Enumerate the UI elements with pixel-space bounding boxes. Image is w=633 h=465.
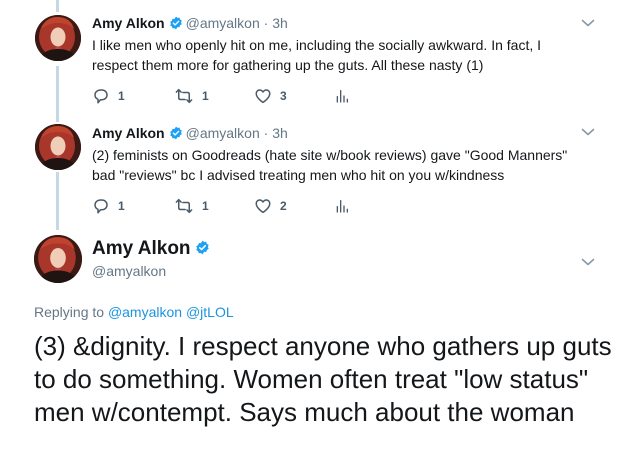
author-name[interactable]: Amy Alkon (92, 238, 191, 259)
author-handle[interactable]: @amyalkon (186, 15, 260, 31)
tweet-actions: 1 1 2 (92, 196, 392, 216)
author-handle[interactable]: @amyalkon (92, 262, 166, 280)
thread-line-2 (56, 172, 59, 230)
chevron-down-icon[interactable] (581, 18, 595, 28)
analytics-button[interactable] (334, 196, 358, 216)
profile-photo-icon (35, 124, 81, 170)
analytics-icon (334, 197, 350, 215)
retweet-count: 1 (202, 89, 209, 103)
thread-line-top (56, 0, 59, 12)
thread-line-1 (56, 66, 59, 122)
author-name-row: Amy Alkon (92, 237, 213, 261)
like-button[interactable]: 3 (254, 86, 287, 106)
author-name[interactable]: Amy Alkon (92, 15, 165, 31)
reply-mention-link[interactable]: @amyalkon (108, 304, 182, 320)
timestamp[interactable]: 3h (272, 15, 288, 31)
retweet-button[interactable]: 1 (174, 86, 209, 106)
timestamp[interactable]: 3h (272, 125, 288, 141)
tweet-text: (2) feminists on Goodreads (hate site w/… (92, 145, 567, 185)
analytics-button[interactable] (334, 86, 358, 106)
tweet-text: I like men who openly hit on me, includi… (92, 35, 541, 75)
verified-badge-icon (169, 126, 183, 140)
reply-icon (92, 87, 110, 105)
retweet-icon (174, 197, 194, 215)
main-tweet-text: (3) &dignity. I respect anyone who gathe… (34, 331, 612, 427)
reply-icon (92, 197, 110, 215)
replying-prefix: Replying to (34, 304, 105, 320)
like-icon (254, 87, 272, 105)
tweet-actions: 1 1 3 (92, 86, 392, 106)
tweet-text-line: bad "reviews" bc I advised treating men … (92, 167, 505, 183)
analytics-icon (334, 87, 350, 105)
like-icon (254, 197, 272, 215)
separator: · (263, 125, 269, 141)
avatar[interactable] (34, 235, 82, 283)
profile-photo-icon (34, 235, 82, 283)
tweet-text-line: respect them more for gathering up the g… (92, 57, 484, 73)
verified-badge-icon (195, 240, 210, 255)
tweet-header: Amy Alkon @amyalkon · 3h (92, 14, 288, 32)
reply-count: 1 (118, 89, 125, 103)
replying-to: Replying to @amyalkon @jtLOL (34, 303, 234, 321)
avatar[interactable] (35, 15, 81, 61)
chevron-down-icon[interactable] (581, 257, 595, 267)
like-count: 3 (280, 89, 287, 103)
separator: · (263, 15, 269, 31)
like-count: 2 (280, 199, 287, 213)
tweet-text-line: I like men who openly hit on me, includi… (92, 37, 541, 53)
profile-photo-icon (35, 15, 81, 61)
author-name[interactable]: Amy Alkon (92, 125, 165, 141)
avatar[interactable] (35, 124, 81, 170)
reply-count: 1 (118, 199, 125, 213)
chevron-down-icon[interactable] (581, 127, 595, 137)
reply-mention-link[interactable]: @jtLOL (186, 304, 234, 320)
reply-button[interactable]: 1 (92, 196, 125, 216)
tweet-text-line: (2) feminists on Goodreads (hate site w/… (92, 147, 568, 163)
retweet-icon (174, 87, 194, 105)
verified-badge-icon (169, 16, 183, 30)
tweet-header: Amy Alkon @amyalkon · 3h (92, 124, 288, 142)
reply-button[interactable]: 1 (92, 86, 125, 106)
retweet-count: 1 (202, 199, 209, 213)
retweet-button[interactable]: 1 (174, 196, 209, 216)
author-handle[interactable]: @amyalkon (186, 125, 260, 141)
like-button[interactable]: 2 (254, 196, 287, 216)
